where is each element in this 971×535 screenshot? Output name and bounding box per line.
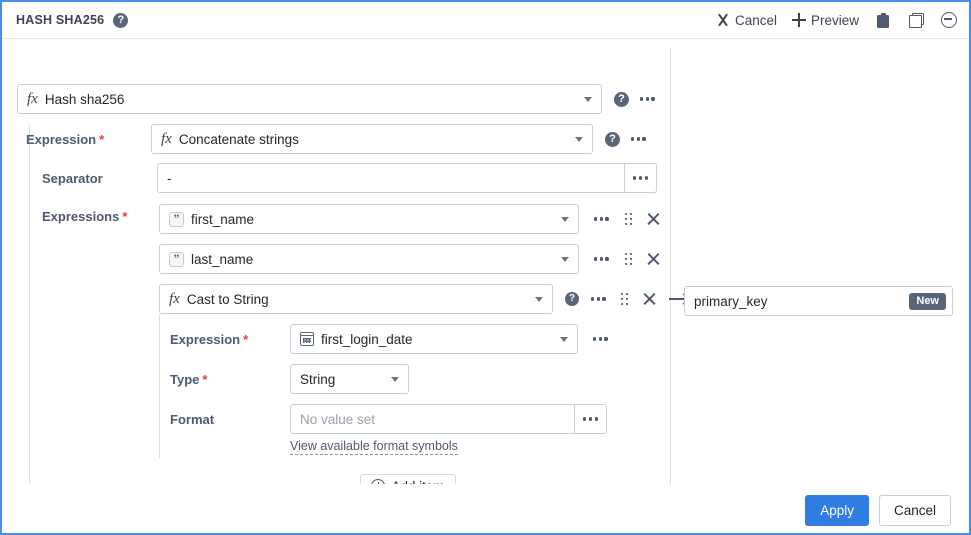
expression-item-select[interactable]: ” last_name [159,244,579,274]
expression-item-value: last_name [191,252,253,267]
quote-icon: ” [169,212,184,227]
drag-handle-icon[interactable] [622,210,636,229]
cast-expression-more-button[interactable] [591,333,610,344]
expression-row: Expression* fx Concatenate strings ? [26,124,648,154]
expression-item-cast-to-string: fx Cast to String ? [159,284,688,314]
duplicate-icon [909,13,924,28]
expression-item-value: Cast to String [187,292,269,307]
minus-circle-icon [941,12,957,28]
view-format-symbols-link[interactable]: View available format symbols [290,439,458,455]
separator-value: - [167,171,172,186]
expression-value: Concatenate strings [179,132,299,147]
duplicate-button[interactable] [906,10,926,30]
function-row: fx Hash sha256 ? [17,84,657,114]
help-circle-icon[interactable]: ? [605,132,620,147]
expression-item-select[interactable]: fx Cast to String [159,284,553,314]
cast-expression-label: Expression* [170,332,290,347]
expression-label: Expression* [26,132,151,147]
required-asterisk: * [202,372,207,387]
cast-expression-row: Expression* first_login_date [170,324,610,354]
chevron-down-icon [561,217,569,222]
expression-item-remove-button[interactable] [645,211,662,228]
chevron-down-icon [535,297,543,302]
fx-icon: fx [161,131,172,148]
quote-icon: ” [169,252,184,267]
help-circle-icon[interactable]: ? [565,292,579,306]
help-circle-icon[interactable]: ? [614,92,629,107]
output-value: primary_key [694,294,768,309]
cancel-button[interactable]: Cancel [715,11,778,30]
expression-item-remove-button[interactable] [641,291,658,308]
separator-more-button[interactable] [625,163,657,193]
expressions-group-label: Expressions* [42,209,127,224]
page-title: HASH SHA256 [16,13,104,27]
footer-cancel-button[interactable]: Cancel [879,495,951,526]
cast-format-placeholder: No value set [300,412,375,427]
expression-more-button[interactable] [629,133,648,144]
cast-format-input[interactable]: No value set [290,404,575,434]
cast-type-row: Type* String [170,364,409,394]
calendar-icon [300,332,314,346]
fx-icon: fx [27,91,38,108]
required-asterisk: * [243,332,248,347]
expression-item-value: first_name [191,212,254,227]
clipboard-icon [877,13,889,28]
function-select[interactable]: fx Hash sha256 [17,84,602,114]
collapse-button[interactable] [939,10,959,30]
required-asterisk: * [99,132,104,147]
cast-format-row: Format No value set [170,404,607,434]
drag-handle-icon[interactable] [618,290,632,309]
cast-type-value: String [300,372,335,387]
expression-item-select[interactable]: ” first_name [159,204,579,234]
panel-divider [670,47,671,519]
expression-item-remove-button[interactable] [645,251,662,268]
expression-item-more-button[interactable] [589,293,608,304]
separator-label: Separator [42,171,157,186]
dialog-footer: Apply Cancel [2,484,969,535]
expression-item-more-button[interactable] [592,213,611,224]
separator-input[interactable]: - [157,163,625,193]
chevron-down-icon [560,337,568,342]
separator-row: Separator - [42,163,657,193]
chevron-down-icon [391,377,399,382]
function-more-button[interactable] [638,93,657,104]
chevron-down-icon [575,137,583,142]
plus-icon [792,13,806,27]
chevron-down-icon [584,97,592,102]
required-asterisk: * [122,209,127,224]
output-field[interactable]: primary_key New [684,286,953,316]
drag-handle-icon[interactable] [622,250,636,269]
cast-format-more-button[interactable] [575,404,607,434]
cast-expression-value: first_login_date [321,332,413,347]
preview-button-label: Preview [811,13,859,28]
fx-icon: fx [169,291,180,308]
function-value: Hash sha256 [45,92,125,107]
header-actions: Cancel Preview [715,10,959,30]
apply-button[interactable]: Apply [805,495,869,526]
expression-item-first-name: ” first_name [159,204,662,234]
indent-guide-level-1 [29,125,30,506]
cancel-button-label: Cancel [735,13,777,28]
dialog-body: fx Hash sha256 ? Expression* fx Concaten… [2,39,969,535]
cast-type-label: Type* [170,372,290,387]
expression-item-more-button[interactable] [592,253,611,264]
cast-type-select[interactable]: String [290,364,409,394]
hash-sha256-dialog: HASH SHA256 ? Cancel Preview [0,0,971,535]
cast-format-label: Format [170,412,290,427]
clipboard-button[interactable] [873,10,893,30]
chevron-down-icon [561,257,569,262]
preview-button[interactable]: Preview [791,11,860,30]
indent-guide-level-2 [159,315,160,458]
status-badge: New [909,293,946,310]
expression-select[interactable]: fx Concatenate strings [151,124,593,154]
expression-item-last-name: ” last_name [159,244,662,274]
close-x-icon [716,13,730,27]
cast-expression-select[interactable]: first_login_date [290,324,578,354]
help-circle-icon[interactable]: ? [113,13,128,28]
dialog-header: HASH SHA256 ? Cancel Preview [2,2,969,39]
